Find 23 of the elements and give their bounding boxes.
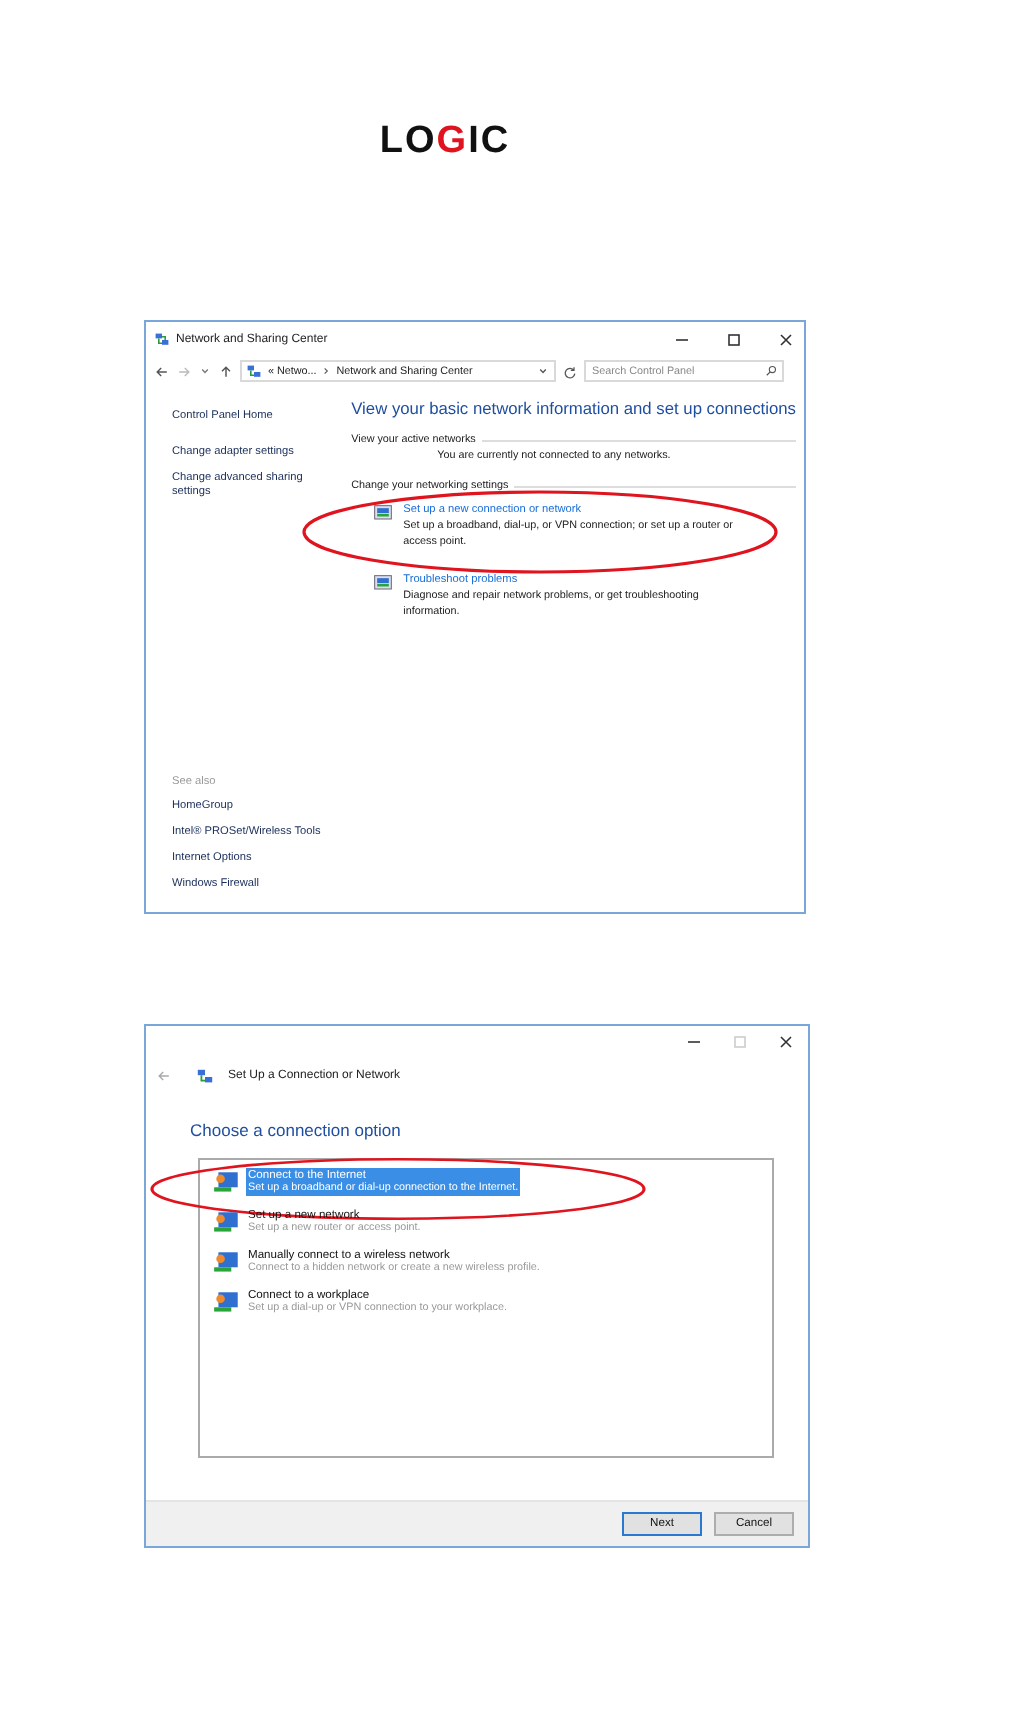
logo: LOGIC [379,120,511,164]
search-icon [764,364,778,378]
chevron-down-icon[interactable] [536,364,550,378]
chevron-down-icon[interactable] [198,364,212,378]
network-icon [212,1289,242,1315]
back-arrow-icon[interactable] [154,363,170,379]
refresh-icon[interactable] [562,363,578,379]
maximize-icon[interactable] [724,329,744,349]
network-icon [196,1067,214,1085]
chevron-right-icon [322,364,331,378]
up-arrow-icon[interactable] [218,363,234,379]
monitor-icon [371,504,394,524]
page-heading: View your basic network information and set up connections [351,398,796,418]
network-icon [212,1249,242,1275]
close-icon[interactable] [776,1032,796,1052]
dialog-heading: Choose a connection option [190,1120,403,1140]
network-icon [154,331,170,347]
network-icon [212,1169,242,1195]
network-icon [212,1209,242,1235]
monitor-icon [371,574,394,594]
maximize-icon [730,1032,750,1052]
close-icon[interactable] [776,329,796,349]
network-icon [246,363,262,379]
